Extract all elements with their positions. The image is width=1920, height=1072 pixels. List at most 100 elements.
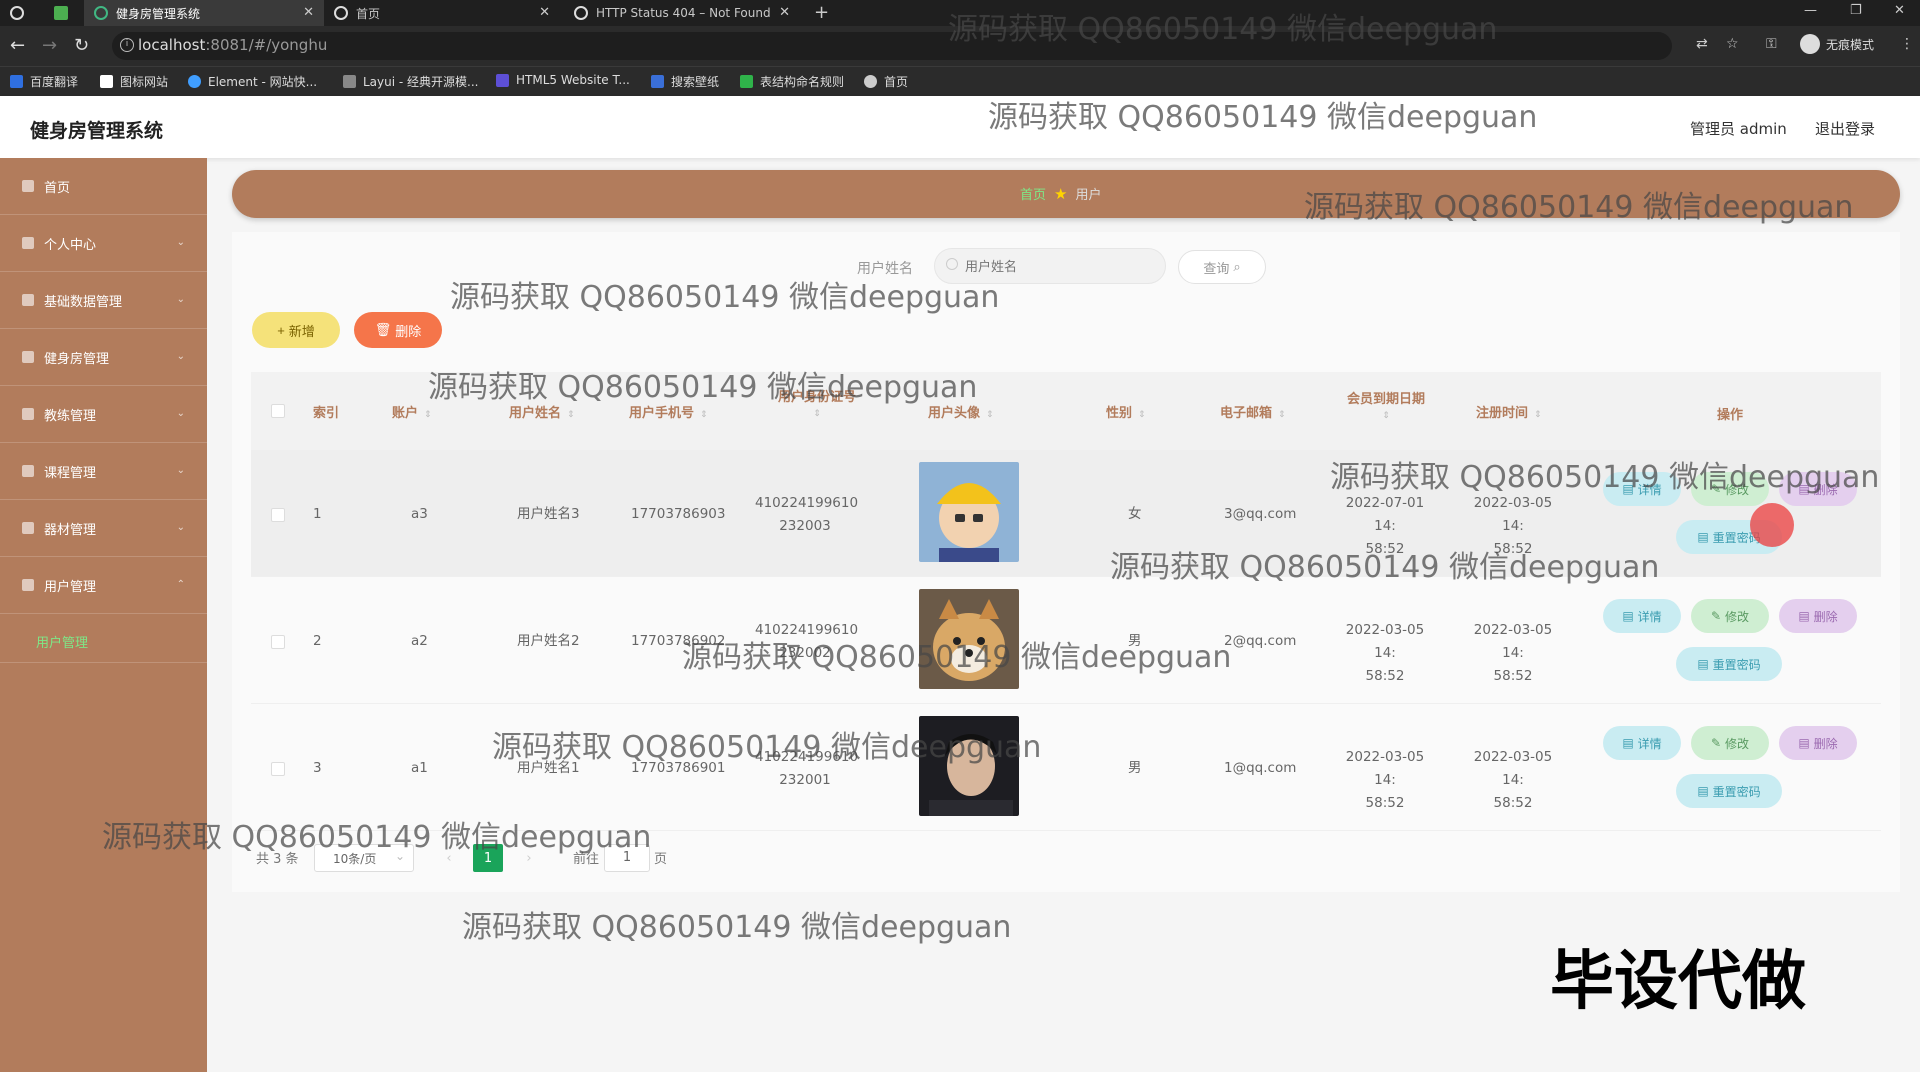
sidebar-item-equipment[interactable]: 器材管理 ⌄ [0, 500, 207, 557]
promo-stamp: 毕设代做 [1550, 945, 1806, 1019]
incognito-profile[interactable]: 无痕模式 [1800, 34, 1874, 54]
row-expiry: 2022-03-05 14: 58:52 [1345, 622, 1425, 684]
home-icon [22, 180, 34, 192]
new-tab-button[interactable]: + [814, 2, 829, 23]
incognito-icon [1800, 34, 1820, 54]
document-icon: ▤ [1697, 784, 1709, 798]
sidebar-item-gym[interactable]: 健身房管理 ⌄ [0, 329, 207, 386]
edit-icon: ✎ [1710, 609, 1722, 623]
translate-icon[interactable]: ⇄ [1696, 36, 1708, 52]
cursor-highlight [1750, 503, 1794, 547]
tab-404[interactable]: HTTP Status 404 – Not Found ✕ [564, 0, 800, 26]
pinned-tab-icon[interactable] [44, 0, 80, 26]
sidebar-item-base-data[interactable]: 基础数据管理 ⌄ [0, 272, 207, 329]
add-button[interactable]: + 新增 [252, 312, 340, 348]
app-title: 健身房管理系统 [30, 120, 164, 142]
column-header[interactable]: 账户 ⇕ [392, 402, 432, 421]
star-icon: ★ [1054, 184, 1068, 203]
reset-password-button[interactable]: ▤ 重置密码 [1676, 647, 1782, 681]
page-unit-label: 页 [654, 852, 668, 867]
column-header: 操作 [1717, 408, 1744, 423]
trash-icon: ▤ [1798, 609, 1810, 623]
chevron-down-icon: ⌄ [176, 408, 185, 419]
watermark-text: 源码获取 QQ86050149 微信deepguan [948, 12, 1498, 47]
delete-button[interactable]: ▤ 删除 [1779, 599, 1857, 633]
location-icon [22, 351, 34, 363]
sidebar-item-coach[interactable]: 教练管理 ⌄ [0, 386, 207, 443]
row-email: 1@qq.com [1224, 760, 1297, 776]
star-icon[interactable]: ☆ [1726, 36, 1739, 52]
row-phone: 17703786903 [631, 506, 726, 522]
info-icon[interactable]: i [120, 38, 134, 52]
row-checkbox[interactable] [271, 762, 285, 776]
tab-home[interactable]: 首页 ✕ [324, 0, 560, 26]
bookmark-item[interactable]: 图标网站 [100, 73, 168, 90]
person-icon [22, 522, 34, 534]
bookmark-item[interactable]: 搜索壁纸 [651, 73, 719, 90]
chevron-down-icon: ⌄ [176, 294, 185, 305]
globe-icon [574, 6, 588, 20]
column-header[interactable]: 电子邮箱 ⇕ [1220, 402, 1286, 421]
edit-button[interactable]: ✎ 修改 [1691, 726, 1769, 760]
watermark-text: 源码获取 QQ86050149 微信deepguan [102, 820, 652, 855]
minimize-icon[interactable]: — [1804, 3, 1817, 18]
sidebar-subitem-user-management[interactable]: 用户管理 [0, 618, 207, 663]
avatar [919, 462, 1019, 562]
edit-icon: ✎ [1710, 736, 1722, 750]
sidebar-item-home[interactable]: 首页 [0, 158, 207, 215]
browser-menu-icon[interactable] [0, 0, 32, 26]
row-registered: 2022-03-05 14: 58:52 [1473, 749, 1553, 811]
sidebar-item-course[interactable]: 课程管理 ⌄ [0, 443, 207, 500]
watermark-text: 源码获取 QQ86050149 微信deepguan [462, 910, 1012, 945]
back-icon[interactable]: ← [10, 35, 25, 56]
delete-button[interactable]: ▤ 删除 [1779, 726, 1857, 760]
bookmark-item[interactable]: 首页 [864, 73, 908, 90]
breadcrumb-home[interactable]: 首页 [1020, 184, 1046, 203]
sidebar-item-profile[interactable]: 个人中心 ⌄ [0, 215, 207, 272]
row-index: 3 [313, 760, 322, 776]
row-gender: 男 [1128, 760, 1142, 776]
edit-button[interactable]: ✎ 修改 [1691, 599, 1769, 633]
bookmark-item[interactable]: Layui - 经典开源模... [343, 73, 478, 90]
row-checkbox[interactable] [271, 508, 285, 522]
document-icon: ▤ [1697, 657, 1709, 671]
window-close-icon[interactable]: ✕ [1894, 3, 1905, 18]
forward-icon[interactable]: → [42, 35, 57, 56]
bookmark-item[interactable]: 表结构命名规则 [740, 73, 844, 90]
tab-gym-system[interactable]: 健身房管理系统 ✕ [84, 0, 324, 26]
restore-icon[interactable]: ❐ [1850, 3, 1862, 18]
key-icon[interactable]: ⚿ [1766, 36, 1777, 52]
close-icon[interactable]: ✕ [539, 5, 550, 20]
column-header[interactable]: 索引 [313, 402, 339, 421]
more-icon[interactable]: ⋮ [1900, 36, 1914, 52]
reload-icon[interactable]: ↻ [74, 35, 89, 56]
trash-icon: ▤ [1798, 736, 1810, 750]
detail-button[interactable]: ▤ 详情 [1603, 599, 1681, 633]
logout-link[interactable]: 退出登录 [1815, 118, 1875, 139]
watermark-text: 源码获取 QQ86050149 微信deepguan [1330, 460, 1880, 495]
close-icon[interactable]: ✕ [779, 5, 790, 20]
column-header[interactable]: 性别 ⇕ [1106, 402, 1146, 421]
row-checkbox[interactable] [271, 635, 285, 649]
sidebar-item-user[interactable]: 用户管理 ⌃ [0, 557, 207, 614]
column-header[interactable]: 会员到期日期 ⇕ [1337, 388, 1435, 422]
detail-button[interactable]: ▤ 详情 [1603, 726, 1681, 760]
select-all-checkbox[interactable] [271, 404, 285, 418]
search-button[interactable]: 查询 ⌕ [1178, 250, 1266, 284]
column-header[interactable]: 注册时间 ⇕ [1476, 402, 1542, 421]
bookmark-item[interactable]: Element - 网站快... [188, 73, 317, 90]
bookmark-item[interactable]: HTML5 Website T... [496, 73, 630, 87]
chevron-down-icon: ⌄ [176, 522, 185, 533]
row-registered: 2022-03-05 14: 58:52 [1473, 622, 1553, 684]
close-icon[interactable]: ✕ [303, 5, 314, 20]
bookmark-item[interactable]: 百度翻译 [10, 73, 78, 90]
search-icon [946, 258, 958, 270]
row-gender: 女 [1128, 506, 1142, 522]
watermark-text: 源码获取 QQ86050149 微信deepguan [1304, 190, 1854, 225]
current-user: 管理员 admin [1690, 120, 1787, 138]
bookmarks-bar: 百度翻译 图标网站 Element - 网站快... Layui - 经典开源模… [0, 66, 1920, 96]
app-header: 健身房管理系统 管理员 admin 退出登录 [0, 96, 1920, 158]
reset-password-button[interactable]: ▤ 重置密码 [1676, 774, 1782, 808]
batch-delete-button[interactable]: 🗑 删除 [354, 312, 442, 348]
document-icon: ▤ [1697, 530, 1709, 544]
